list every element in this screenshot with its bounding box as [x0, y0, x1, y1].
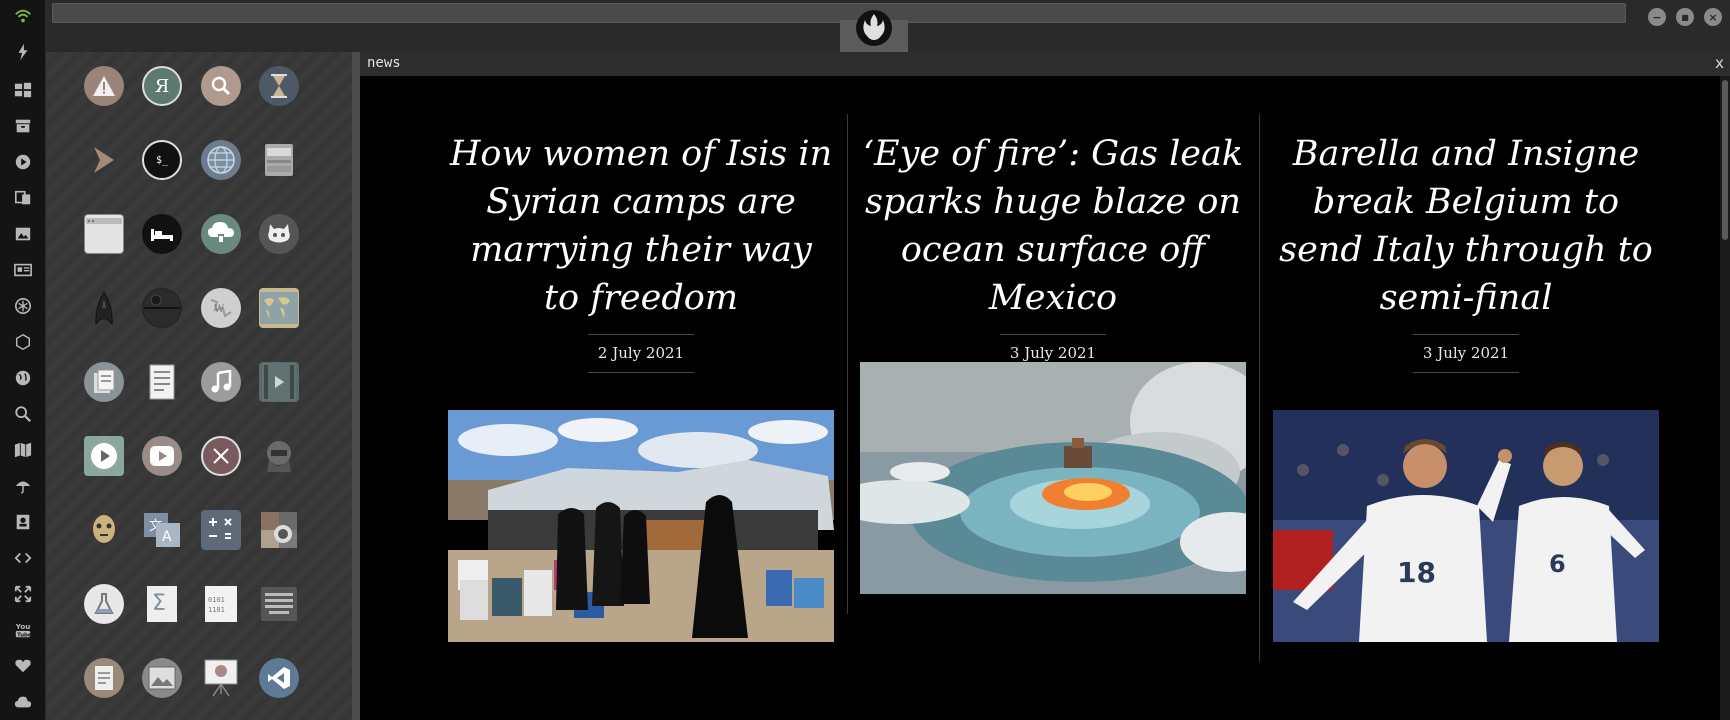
- search-app-icon[interactable]: [201, 66, 241, 106]
- github-app-icon[interactable]: [259, 214, 299, 254]
- terminal-app-icon[interactable]: $_: [142, 140, 182, 180]
- wifi-icon[interactable]: [13, 6, 33, 26]
- files-app-icon[interactable]: [84, 362, 124, 402]
- image-icon[interactable]: [13, 224, 33, 244]
- rebel-icon[interactable]: [13, 296, 33, 316]
- minimize-button[interactable]: −: [1648, 8, 1666, 26]
- umbrella-icon[interactable]: [13, 476, 33, 496]
- flask-app-icon[interactable]: [84, 584, 124, 624]
- printer-app-icon[interactable]: [259, 140, 299, 180]
- presentation-app-icon[interactable]: [201, 658, 241, 698]
- death-star-app-icon[interactable]: [142, 288, 182, 328]
- close-app-icon[interactable]: [201, 436, 241, 476]
- article-headline[interactable]: Barella and Insigne break Belgium to sen…: [1273, 130, 1659, 322]
- bed-app-icon[interactable]: [142, 214, 182, 254]
- panel-header: news x: [360, 52, 1730, 76]
- svg-text:W: W: [214, 304, 225, 315]
- drawer-resize-handle[interactable]: [352, 52, 360, 720]
- article-headline[interactable]: ‘Eye of fire’: Gas leak sparks huge blaz…: [860, 130, 1246, 322]
- wikipedia-app-icon[interactable]: W: [201, 288, 241, 328]
- panel-close-button[interactable]: x: [1715, 54, 1724, 72]
- windows-icon[interactable]: [13, 80, 33, 100]
- svg-text:18: 18: [1397, 556, 1436, 589]
- translate-app-icon[interactable]: 文A: [142, 510, 182, 550]
- contact-icon[interactable]: [13, 512, 33, 532]
- article-date: 2 July 2021: [587, 334, 695, 373]
- news-article[interactable]: Barella and Insigne break Belgium to sen…: [1273, 130, 1659, 373]
- expand-icon[interactable]: [13, 584, 33, 604]
- yandex-app-icon[interactable]: Я: [142, 66, 182, 106]
- search-icon[interactable]: [13, 404, 33, 424]
- vscode-app-icon[interactable]: [259, 658, 299, 698]
- column-divider: [847, 114, 848, 614]
- rebel-pilot-app-icon[interactable]: [259, 436, 299, 476]
- top-bar: − ■ ×: [46, 0, 1730, 52]
- arrow-app-icon[interactable]: [84, 140, 124, 180]
- panel-scrollbar[interactable]: [1720, 76, 1730, 720]
- browser-globe-app-icon[interactable]: [201, 140, 241, 180]
- bolt-icon[interactable]: [13, 42, 33, 62]
- svg-text:You: You: [15, 622, 31, 631]
- camera-app-icon[interactable]: [259, 510, 299, 550]
- video-app-icon[interactable]: [259, 362, 299, 402]
- news-panel: How women of Isis in Syrian camps are ma…: [360, 76, 1730, 720]
- starfleet-app-icon[interactable]: [84, 288, 124, 328]
- hexagon-icon[interactable]: [13, 332, 33, 352]
- cloud-icon[interactable]: [13, 692, 33, 712]
- calculator-app-icon[interactable]: [201, 510, 241, 550]
- text-file-app-icon[interactable]: [84, 658, 124, 698]
- globe-icon[interactable]: [13, 368, 33, 388]
- svg-text:6: 6: [1549, 550, 1566, 578]
- ocean-fire-photo[interactable]: [860, 362, 1246, 594]
- svg-text:1101: 1101: [208, 606, 225, 614]
- archive-icon[interactable]: [13, 116, 33, 136]
- translate-icon[interactable]: [13, 188, 33, 208]
- svg-text:0101: 0101: [208, 596, 225, 604]
- window-app-icon[interactable]: [84, 214, 124, 254]
- map-icon[interactable]: [13, 440, 33, 460]
- hourglass-app-icon[interactable]: [259, 66, 299, 106]
- launcher-rail: You Tube: [0, 0, 46, 720]
- italy-players-photo[interactable]: 18 6: [1273, 410, 1659, 642]
- women-in-camp-photo[interactable]: [448, 410, 834, 642]
- app-drawer: Я $_ W 文 A Σ 0101 1101: [46, 52, 352, 720]
- play-app-icon[interactable]: [84, 436, 124, 476]
- world-map-app-icon[interactable]: [259, 288, 299, 328]
- article-date: 3 July 2021: [1412, 334, 1520, 373]
- sigma-app-icon[interactable]: Σ: [142, 584, 182, 624]
- hex-file-app-icon[interactable]: 0101 1101: [201, 584, 241, 624]
- svg-text:A: A: [162, 529, 172, 545]
- news-article[interactable]: ‘Eye of fire’: Gas leak sparks huge blaz…: [860, 130, 1246, 373]
- keyboard-app-icon[interactable]: [259, 584, 299, 624]
- svg-text:Σ: Σ: [152, 591, 166, 616]
- rebel-alliance-logo-icon[interactable]: [854, 8, 894, 48]
- article-headline[interactable]: How women of Isis in Syrian camps are ma…: [448, 130, 834, 322]
- cloud-lock-app-icon[interactable]: [201, 214, 241, 254]
- maximize-button[interactable]: ■: [1676, 8, 1694, 26]
- svg-text:Tube: Tube: [17, 632, 32, 638]
- document-app-icon[interactable]: [142, 362, 182, 402]
- code-icon[interactable]: [13, 548, 33, 568]
- play-icon[interactable]: [13, 152, 33, 172]
- news-article[interactable]: How women of Isis in Syrian camps are ma…: [448, 130, 834, 373]
- panel-title: news: [367, 55, 401, 71]
- newspaper-icon[interactable]: [13, 260, 33, 280]
- scrollbar-thumb[interactable]: [1722, 80, 1728, 240]
- photo-app-icon[interactable]: [142, 658, 182, 698]
- warning-app-icon[interactable]: [84, 66, 124, 106]
- c3po-app-icon[interactable]: [84, 510, 124, 550]
- close-button[interactable]: ×: [1704, 8, 1722, 26]
- youtube-icon[interactable]: You Tube: [13, 620, 33, 640]
- heart-icon[interactable]: [13, 656, 33, 676]
- title-bar-field[interactable]: [52, 3, 1626, 23]
- column-divider: [1259, 114, 1260, 662]
- youtube-app-icon[interactable]: [142, 436, 182, 476]
- music-app-icon[interactable]: [201, 362, 241, 402]
